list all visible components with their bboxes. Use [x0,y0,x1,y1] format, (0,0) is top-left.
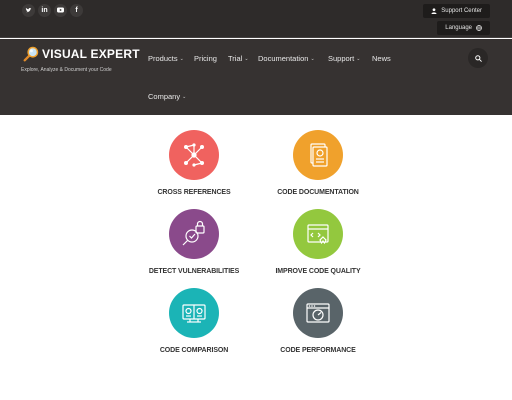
feature-code-performance[interactable]: CODE PERFORMANCE [258,288,378,354]
nav-item-trial[interactable]: Trial ⌄ [228,54,249,63]
language-label: Language [445,25,472,31]
nav-item-support[interactable]: Support ⌄ [328,54,360,63]
nav-item-company[interactable]: Company ⌄ [148,92,186,101]
search-icon [474,54,482,62]
top-bar: in f Support Center Language [0,0,512,38]
chevron-down-icon: ⌄ [310,55,315,62]
feature-circle [293,209,343,259]
nav-item-pricing[interactable]: Pricing [194,54,217,63]
nav-label: News [372,54,391,63]
feature-circle [169,209,219,259]
feature-circle [293,130,343,180]
chevron-down-icon: ⌄ [182,93,187,100]
feature-label: CROSS REFERENCES [157,189,231,196]
nav-label: Documentation [258,54,309,63]
feature-circle [293,288,343,338]
feature-detect-vulnerabilities[interactable]: DETECT VULNERABILITIES [134,209,254,275]
feature-circle [169,288,219,338]
nav-label: Pricing [194,54,217,63]
support-center-label: Support Center [441,8,482,14]
main-navbar: VISUAL EXPERT Explore, Analyze & Documen… [0,39,512,115]
search-button[interactable] [468,48,488,68]
youtube-icon[interactable] [54,4,67,17]
brand-name: VISUAL EXPERT [42,47,140,61]
magnifier-logo-icon [23,46,39,62]
network-icon [184,143,204,167]
chevron-down-icon: ⌄ [356,55,361,62]
feature-cross-references[interactable]: CROSS REFERENCES [134,130,254,196]
feature-label: DETECT VULNERABILITIES [148,268,240,275]
document-icon [310,143,328,167]
globe-icon [476,25,482,31]
twitter-icon[interactable] [22,4,35,17]
feature-label: CODE DOCUMENTATION [277,189,359,196]
chevron-down-icon: ⌄ [244,55,249,62]
feature-circle [169,130,219,180]
nav-label: Support [328,54,355,63]
feature-label: IMPROVE CODE QUALITY [275,268,361,275]
chevron-down-icon: ⌄ [179,55,184,62]
nav-label: Company [148,92,181,101]
nav-label: Products [148,54,178,63]
nav-item-documentation[interactable]: Documentation ⌄ [258,54,315,63]
support-center-button[interactable]: Support Center [423,4,490,18]
nav-item-news[interactable]: News [372,54,391,63]
feature-code-documentation[interactable]: CODE DOCUMENTATION [258,130,378,196]
user-icon [431,8,437,14]
feature-label: CODE COMPARISON [159,347,229,354]
linkedin-icon[interactable]: in [38,4,51,17]
compare-icon [182,304,206,323]
feature-improve-code-quality[interactable]: IMPROVE CODE QUALITY [258,209,378,275]
nav-label: Trial [228,54,243,63]
nav-item-products[interactable]: Products ⌄ [148,54,184,63]
speedometer-icon [306,303,330,323]
language-button[interactable]: Language [437,21,490,35]
feature-code-comparison[interactable]: CODE COMPARISON [134,288,254,354]
code-window-icon [307,224,329,245]
brand-tagline: Explore, Analyze & Document your Code [21,67,112,73]
lock-icon [182,220,205,246]
brand-logo[interactable]: VISUAL EXPERT [22,45,140,63]
facebook-icon[interactable]: f [70,4,83,17]
feature-label: CODE PERFORMANCE [280,347,356,354]
